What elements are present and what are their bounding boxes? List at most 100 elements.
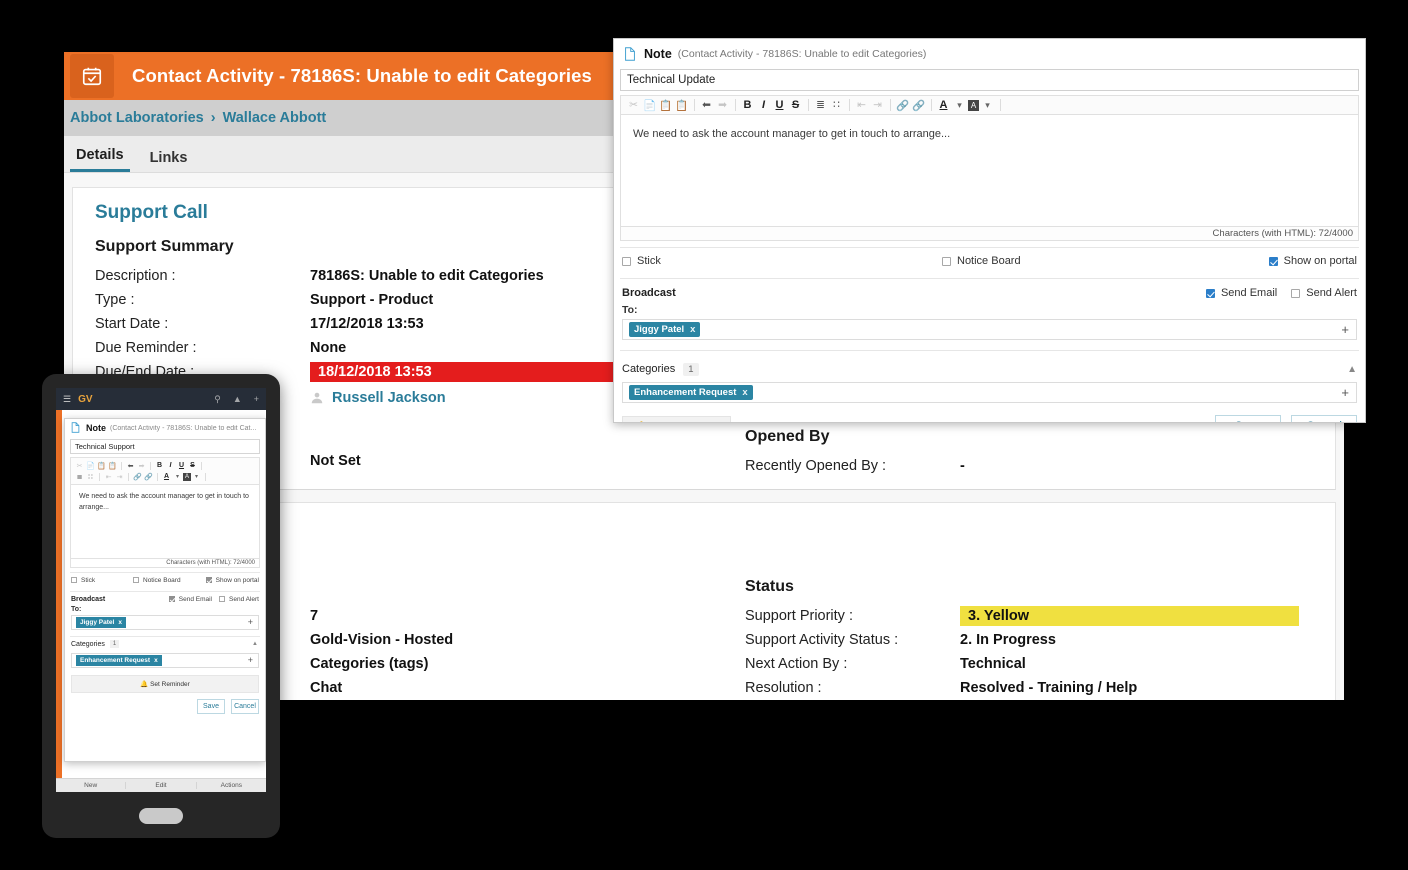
remove-category-icon[interactable]: x (154, 657, 158, 664)
background-color-icon[interactable]: A (183, 473, 191, 481)
remove-recipient-icon[interactable]: x (118, 619, 122, 626)
underline-icon[interactable]: U (176, 460, 187, 471)
copy-icon[interactable]: 📄 (642, 98, 657, 113)
bulleted-list-icon[interactable]: ∷ (829, 98, 844, 113)
paste-icon[interactable]: 📋 (96, 460, 107, 471)
category-tag[interactable]: Enhancement Request x (76, 655, 162, 666)
bottom-nav-edit[interactable]: Edit (126, 782, 196, 789)
cut-icon[interactable]: ✂ (74, 460, 85, 471)
tablet-subject-input[interactable]: Technical Support (70, 439, 260, 454)
set-reminder-button[interactable]: 🔔 Set Reminder (622, 416, 731, 423)
copy-icon[interactable]: 📄 (85, 460, 96, 471)
decrease-indent-icon[interactable]: ⇤ (103, 471, 114, 482)
recipient-tag[interactable]: Jiggy Patel x (629, 322, 700, 337)
plus-icon[interactable]: + (254, 394, 259, 404)
increase-indent-icon[interactable]: ⇥ (870, 98, 885, 113)
checkbox-box (71, 577, 77, 583)
add-recipient-button[interactable]: + (248, 618, 253, 627)
caret-up-icon[interactable]: ▲ (1347, 364, 1357, 375)
category-tag[interactable]: Enhancement Request x (629, 385, 753, 400)
strikethrough-icon[interactable]: S (788, 98, 803, 113)
recipients-field[interactable]: Jiggy Patel x + (622, 319, 1357, 340)
caret-up-icon[interactable]: ▲ (252, 641, 258, 647)
bulleted-list-icon[interactable]: ∷ (85, 471, 96, 482)
set-reminder-label: Set Reminder (653, 421, 717, 423)
checkbox-notice-board[interactable]: Notice Board (133, 577, 206, 584)
paste-from-word-icon[interactable]: 📋 (107, 460, 118, 471)
remove-category-icon[interactable]: x (742, 387, 747, 398)
note-body-editor[interactable]: We need to ask the account manager to ge… (620, 115, 1359, 227)
unlink-icon[interactable]: 🔗 (911, 98, 926, 113)
bottom-nav-actions[interactable]: Actions (197, 782, 266, 789)
underline-icon[interactable]: U (772, 98, 787, 113)
cut-icon[interactable]: ✂ (626, 98, 641, 113)
link-icon[interactable]: 🔗 (132, 471, 143, 482)
add-category-button[interactable]: + (1341, 386, 1349, 399)
checkbox-send-email[interactable]: Send Email (1206, 287, 1277, 299)
cancel-button[interactable]: Cancel (231, 699, 259, 714)
remove-recipient-icon[interactable]: x (690, 324, 695, 335)
strikethrough-icon[interactable]: S (187, 460, 198, 471)
broadcast-label: Broadcast (71, 596, 105, 603)
checkbox-show-on-portal[interactable]: Show on portal (1269, 255, 1357, 267)
checkbox-send-alert[interactable]: Send Alert (219, 596, 259, 603)
breadcrumb-account-link[interactable]: Abbot Laboratories (70, 110, 204, 126)
add-category-button[interactable]: + (248, 656, 253, 665)
paste-from-word-icon[interactable]: 📋 (674, 98, 689, 113)
bold-icon[interactable]: B (154, 460, 165, 471)
checkbox-send-alert[interactable]: Send Alert (1291, 287, 1357, 299)
bottom-nav-new[interactable]: New (56, 782, 126, 789)
checkbox-stick[interactable]: Stick (622, 255, 942, 267)
italic-icon[interactable]: I (756, 98, 771, 113)
undo-icon[interactable]: ⬅ (125, 460, 136, 471)
italic-icon[interactable]: I (165, 460, 176, 471)
checkbox-stick[interactable]: Stick (71, 577, 133, 584)
checkbox-label: Send Alert (229, 596, 259, 603)
breadcrumb-contact-link[interactable]: Wallace Abbott (223, 110, 327, 126)
tablet-note-body-editor[interactable]: We need to ask the account manager to ge… (70, 485, 260, 559)
bold-icon[interactable]: B (740, 98, 755, 113)
text-color-icon[interactable]: A (161, 471, 172, 482)
checkbox-notice-board[interactable]: Notice Board (942, 255, 1269, 267)
save-button[interactable]: Save (197, 699, 225, 714)
calendar-check-icon (70, 54, 114, 98)
numbered-list-icon[interactable]: ≣ (813, 98, 828, 113)
checkbox-show-on-portal[interactable]: Show on portal (206, 577, 259, 584)
text-color-icon[interactable]: A (936, 98, 951, 113)
chevron-down-icon[interactable]: ▾ (980, 98, 995, 113)
cancel-button[interactable]: Cancel (1291, 415, 1357, 423)
chevron-down-icon[interactable]: ▾ (172, 471, 183, 482)
unlink-icon[interactable]: 🔗 (143, 471, 154, 482)
tablet-home-button[interactable] (139, 808, 183, 824)
categories-field[interactable]: Enhancement Request x + (622, 382, 1357, 403)
checkbox-send-email[interactable]: Send Email (169, 596, 212, 603)
owner-link[interactable]: Russell Jackson (332, 390, 446, 406)
link-icon[interactable]: 🔗 (895, 98, 910, 113)
tablet-broadcast-row: Broadcast Send Email Send Alert (65, 592, 265, 606)
redo-icon[interactable]: ➡ (715, 98, 730, 113)
save-button[interactable]: Save (1215, 415, 1281, 423)
bell-icon[interactable]: ▲ (233, 394, 242, 404)
tab-links[interactable]: Links (144, 150, 194, 172)
tab-details[interactable]: Details (70, 147, 130, 172)
paste-icon[interactable]: 📋 (658, 98, 673, 113)
redo-icon[interactable]: ➡ (136, 460, 147, 471)
add-recipient-button[interactable]: + (1341, 323, 1349, 336)
background-color-icon[interactable]: A (968, 100, 979, 111)
chevron-down-icon[interactable]: ▾ (191, 471, 202, 482)
tablet-categories-field[interactable]: Enhancement Request x + (71, 653, 259, 668)
note-subject-input[interactable]: Technical Update (620, 69, 1359, 91)
decrease-indent-icon[interactable]: ⇤ (854, 98, 869, 113)
set-reminder-button[interactable]: 🔔 Set Reminder (71, 675, 259, 693)
hamburger-icon[interactable]: ☰ (63, 394, 71, 405)
note-subject-value: Technical Update (627, 74, 715, 86)
search-icon[interactable]: ⚲ (214, 394, 221, 405)
undo-icon[interactable]: ⬅ (699, 98, 714, 113)
tablet-recipients-field[interactable]: Jiggy Patel x + (71, 615, 259, 630)
recipient-tag[interactable]: Jiggy Patel x (76, 617, 126, 628)
field-label: Start Date : (95, 316, 310, 332)
increase-indent-icon[interactable]: ⇥ (114, 471, 125, 482)
categories-count-badge: 1 (110, 640, 119, 648)
chevron-down-icon[interactable]: ▾ (952, 98, 967, 113)
numbered-list-icon[interactable]: ≣ (74, 471, 85, 482)
